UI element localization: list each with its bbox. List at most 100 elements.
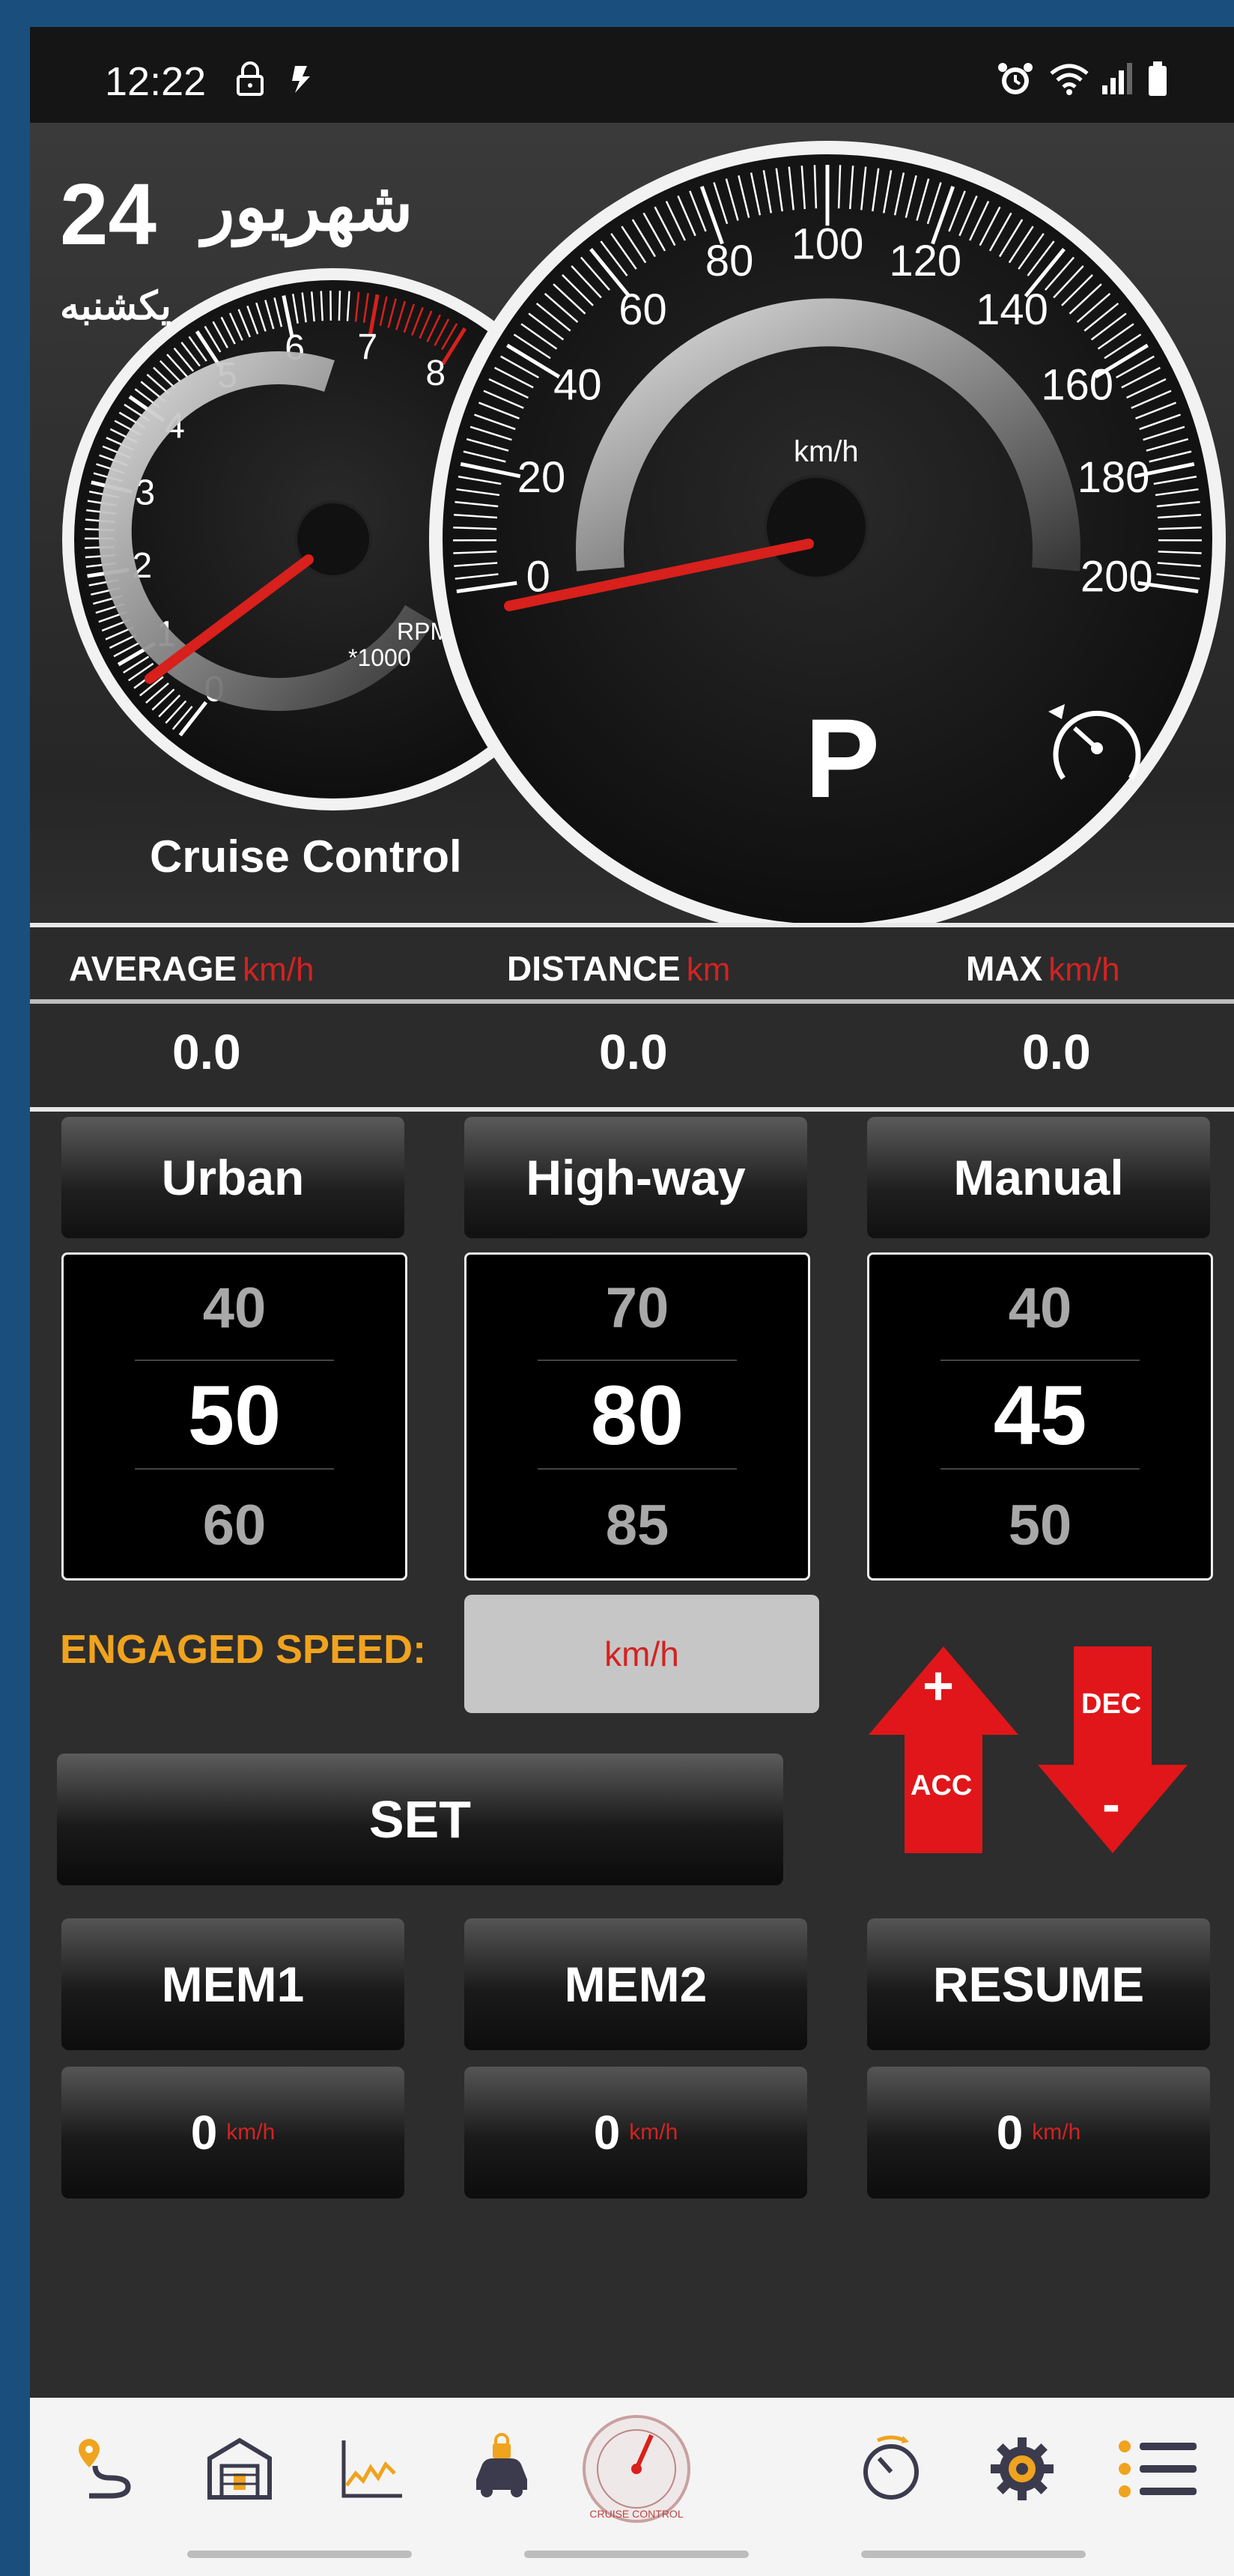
car-lock-icon[interactable] (453, 2420, 550, 2518)
garage-icon[interactable] (191, 2420, 288, 2518)
acc-label: ACC (911, 1770, 973, 1801)
set-button[interactable]: SET (57, 1754, 783, 1885)
page-title: Cruise Control (150, 831, 462, 882)
gauge-tick-label: 80 (705, 237, 754, 285)
urban-button[interactable]: Urban (61, 1117, 404, 1238)
nav-indicator-bar (861, 2551, 1086, 2558)
resume-speed: 0 (996, 2106, 1024, 2160)
date-weekday: یکشنبه (60, 285, 171, 328)
nav-indicator-bar (187, 2551, 412, 2558)
manual-speed-picker[interactable]: 40 45 50 (867, 1252, 1213, 1581)
dec-label: DEC (1081, 1688, 1142, 1720)
stat-average-title: AVERAGE (69, 949, 237, 988)
speed-unit: km/h (794, 435, 859, 468)
status-time: 12:22 (105, 59, 207, 104)
settings-icon[interactable] (973, 2420, 1071, 2518)
mem2-speed: 0 (593, 2106, 621, 2160)
picker-divider (940, 1468, 1140, 1470)
resume-button[interactable]: RESUME (867, 1918, 1210, 2050)
gauge-tick (338, 291, 341, 321)
stat-distance-title: DISTANCE (507, 949, 681, 988)
wifi-icon (1048, 60, 1090, 106)
stat-average-label: AVERAGE km/h (69, 948, 314, 989)
gauge-tick-label: 40 (553, 360, 602, 409)
gauge-tick-label: 160 (1041, 360, 1113, 409)
acc-plus-sign: + (923, 1656, 955, 1716)
stat-distance-label: DISTANCE km (507, 948, 730, 989)
picker-selected-value[interactable]: 80 (466, 1367, 808, 1464)
picker-divider (135, 1360, 334, 1361)
lock-icon (232, 60, 268, 106)
mem1-button[interactable]: MEM1 (61, 1918, 404, 2050)
mem2-unit: km/h (629, 2120, 678, 2145)
chart-icon[interactable] (322, 2420, 419, 2518)
gauge-graphics: 0123456 78 RPM *1000 020406080 100 12014016… (62, 141, 1226, 938)
picker-option[interactable]: 40 (869, 1276, 1211, 1341)
stat-distance-unit: km (686, 951, 731, 988)
route-icon[interactable] (60, 2420, 157, 2518)
alarm-icon (996, 60, 1035, 108)
stat-distance-value: 0.0 (599, 1024, 668, 1079)
engaged-speed-unit: km/h (604, 1634, 679, 1673)
signal-icon (1101, 60, 1134, 106)
stats-divider (30, 999, 1234, 1004)
gear-indicator: P (805, 695, 880, 821)
picker-option[interactable]: 85 (466, 1493, 808, 1558)
picker-selected-value[interactable]: 45 (869, 1367, 1211, 1464)
date-month: شهریور (202, 170, 413, 245)
stat-max-label: MAX km/h (966, 948, 1120, 989)
stat-max-value: 0.0 (1022, 1024, 1091, 1079)
mem1-value: 0 km/h (61, 2067, 404, 2198)
dec-button[interactable]: DEC - (1038, 1646, 1188, 1853)
picker-option[interactable]: 50 (869, 1493, 1211, 1558)
gauge-panel: 012345678 RPM *1000 0 20 40 60 80 100 120 140 16… (30, 123, 1234, 948)
gauge-tick-label: 180 (1078, 453, 1150, 502)
app-screen: 12:22 0 1 2 3 4 5 6 7 8 RPM *1000 0 20 4… (30, 27, 1234, 2576)
cruise-control-icon-text: CRUISE CONTROL (589, 2508, 683, 2520)
highway-button[interactable]: High-way (464, 1117, 807, 1238)
resume-value: 0 km/h (867, 2067, 1210, 2198)
trip-stats: AVERAGE km/h DISTANCE km MAX km/h 0.0 0.0 0… (30, 923, 1234, 1112)
highway-speed-picker[interactable]: 70 80 85 (464, 1252, 810, 1581)
battery-icon (1146, 60, 1170, 108)
gauge-tick-label: 20 (517, 453, 566, 502)
manual-button[interactable]: Manual (867, 1117, 1210, 1238)
stat-max-unit: km/h (1048, 951, 1120, 988)
gauge-tick-label: 200 (1080, 553, 1153, 601)
engaged-speed-label: ENGAGED SPEED: (60, 1627, 427, 1672)
gauge-tick-label: 8 (425, 354, 446, 393)
mem1-unit: km/h (226, 2120, 276, 2145)
engaged-speed-field: km/h (464, 1595, 819, 1713)
gauge-tick-label: 60 (618, 285, 667, 334)
urban-speed-picker[interactable]: 40 50 60 (61, 1252, 407, 1581)
stat-max-title: MAX (966, 949, 1043, 988)
picker-option[interactable]: 40 (64, 1276, 405, 1341)
mem2-button[interactable]: MEM2 (464, 1918, 807, 2050)
picker-divider (135, 1468, 334, 1470)
date-day-number: 24 (60, 166, 157, 263)
gauge-tick-label: 7 (358, 327, 378, 367)
gauge-tick-label: 100 (791, 219, 864, 268)
gauge-tick-label: 140 (976, 285, 1048, 334)
menu-icon[interactable] (1108, 2420, 1206, 2518)
status-bar: 12:22 (30, 27, 1234, 123)
resume-unit: km/h (1032, 2120, 1081, 2145)
mem2-value: 0 km/h (464, 2067, 807, 2198)
picker-divider (538, 1468, 737, 1470)
picker-selected-value[interactable]: 50 (64, 1367, 405, 1464)
acc-button[interactable]: + ACC (869, 1646, 1018, 1853)
picker-divider (940, 1360, 1140, 1361)
picker-option[interactable]: 70 (466, 1276, 808, 1341)
cruise-control-icon[interactable]: CRUISE CONTROL (580, 2413, 693, 2525)
notification-icon (285, 60, 319, 106)
speed-gauge: 020406080 100 120140160180200 km/h P (429, 141, 1226, 938)
stat-average-unit: km/h (243, 951, 314, 988)
picker-divider (538, 1360, 737, 1361)
speedometer-icon[interactable] (842, 2420, 940, 2518)
mem1-speed: 0 (190, 2106, 218, 2160)
rpm-unit-line2: *1000 (348, 644, 411, 671)
picker-option[interactable]: 60 (64, 1493, 405, 1558)
stat-average-value: 0.0 (172, 1024, 241, 1079)
gauge-tick-label: 120 (889, 237, 961, 285)
bottom-navigation: CRUISE CONTROL (30, 2398, 1234, 2576)
